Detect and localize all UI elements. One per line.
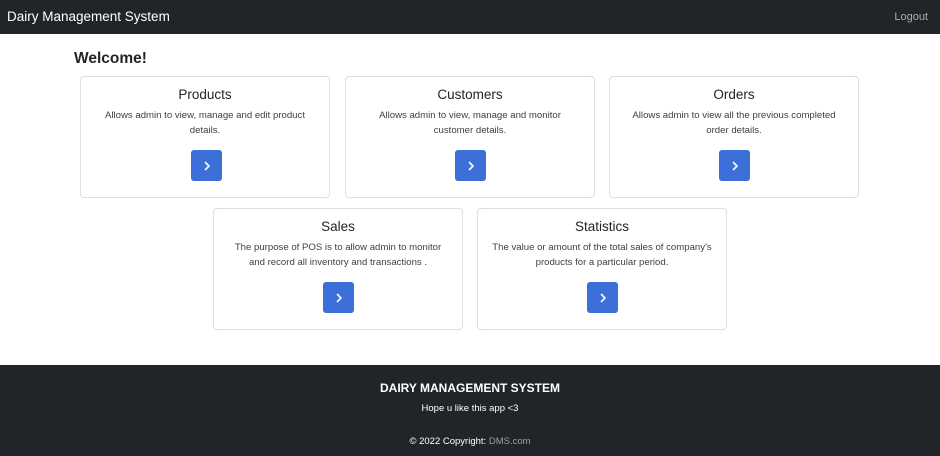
card-description: Allows admin to view, manage and edit pr… [105, 110, 305, 136]
page-footer: DAIRY MANAGEMENT SYSTEM Hope u like this… [0, 365, 940, 456]
card-description: Allows admin to view all the previous co… [632, 110, 836, 136]
copyright-link[interactable]: DMS.com [489, 436, 531, 447]
copyright-text: © 2022 Copyright: [409, 436, 489, 447]
welcome-heading: Welcome! [74, 50, 147, 67]
chevron-right-icon [732, 161, 738, 170]
statistics-card: Statistics The value or amount of the to… [477, 208, 727, 330]
footer-subtitle: Hope u like this app <3 [421, 403, 519, 414]
orders-card: Orders Allows admin to view all the prev… [609, 76, 859, 198]
card-description: Allows admin to view, manage and monitor… [379, 110, 561, 136]
chevron-right-icon [336, 293, 342, 302]
chevron-right-icon [204, 161, 210, 170]
card-title: Statistics [574, 219, 629, 234]
top-navbar: Dairy Management System Logout [0, 0, 940, 34]
chevron-right-icon [600, 293, 606, 302]
app-brand[interactable]: Dairy Management System [7, 9, 170, 24]
card-title: Orders [713, 87, 755, 102]
card-title: Customers [437, 87, 503, 102]
card-description: The purpose of POS is to allow admin to … [234, 242, 442, 268]
sales-card: Sales The purpose of POS is to allow adm… [213, 208, 463, 330]
orders-open-button[interactable] [719, 150, 750, 181]
customers-card: Customers Allows admin to view, manage a… [345, 76, 595, 198]
products-open-button[interactable] [191, 150, 222, 181]
card-description: The value or amount of the total sales o… [492, 242, 712, 268]
chevron-right-icon [468, 161, 474, 170]
card-title: Sales [321, 219, 355, 234]
statistics-open-button[interactable] [587, 282, 618, 313]
footer-title: DAIRY MANAGEMENT SYSTEM [379, 381, 560, 395]
card-title: Products [178, 87, 232, 102]
customers-open-button[interactable] [455, 150, 486, 181]
products-card: Products Allows admin to view, manage an… [80, 76, 330, 198]
sales-open-button[interactable] [323, 282, 354, 313]
logout-link[interactable]: Logout [894, 11, 928, 23]
footer-copyright: © 2022 Copyright: DMS.com [0, 436, 940, 447]
